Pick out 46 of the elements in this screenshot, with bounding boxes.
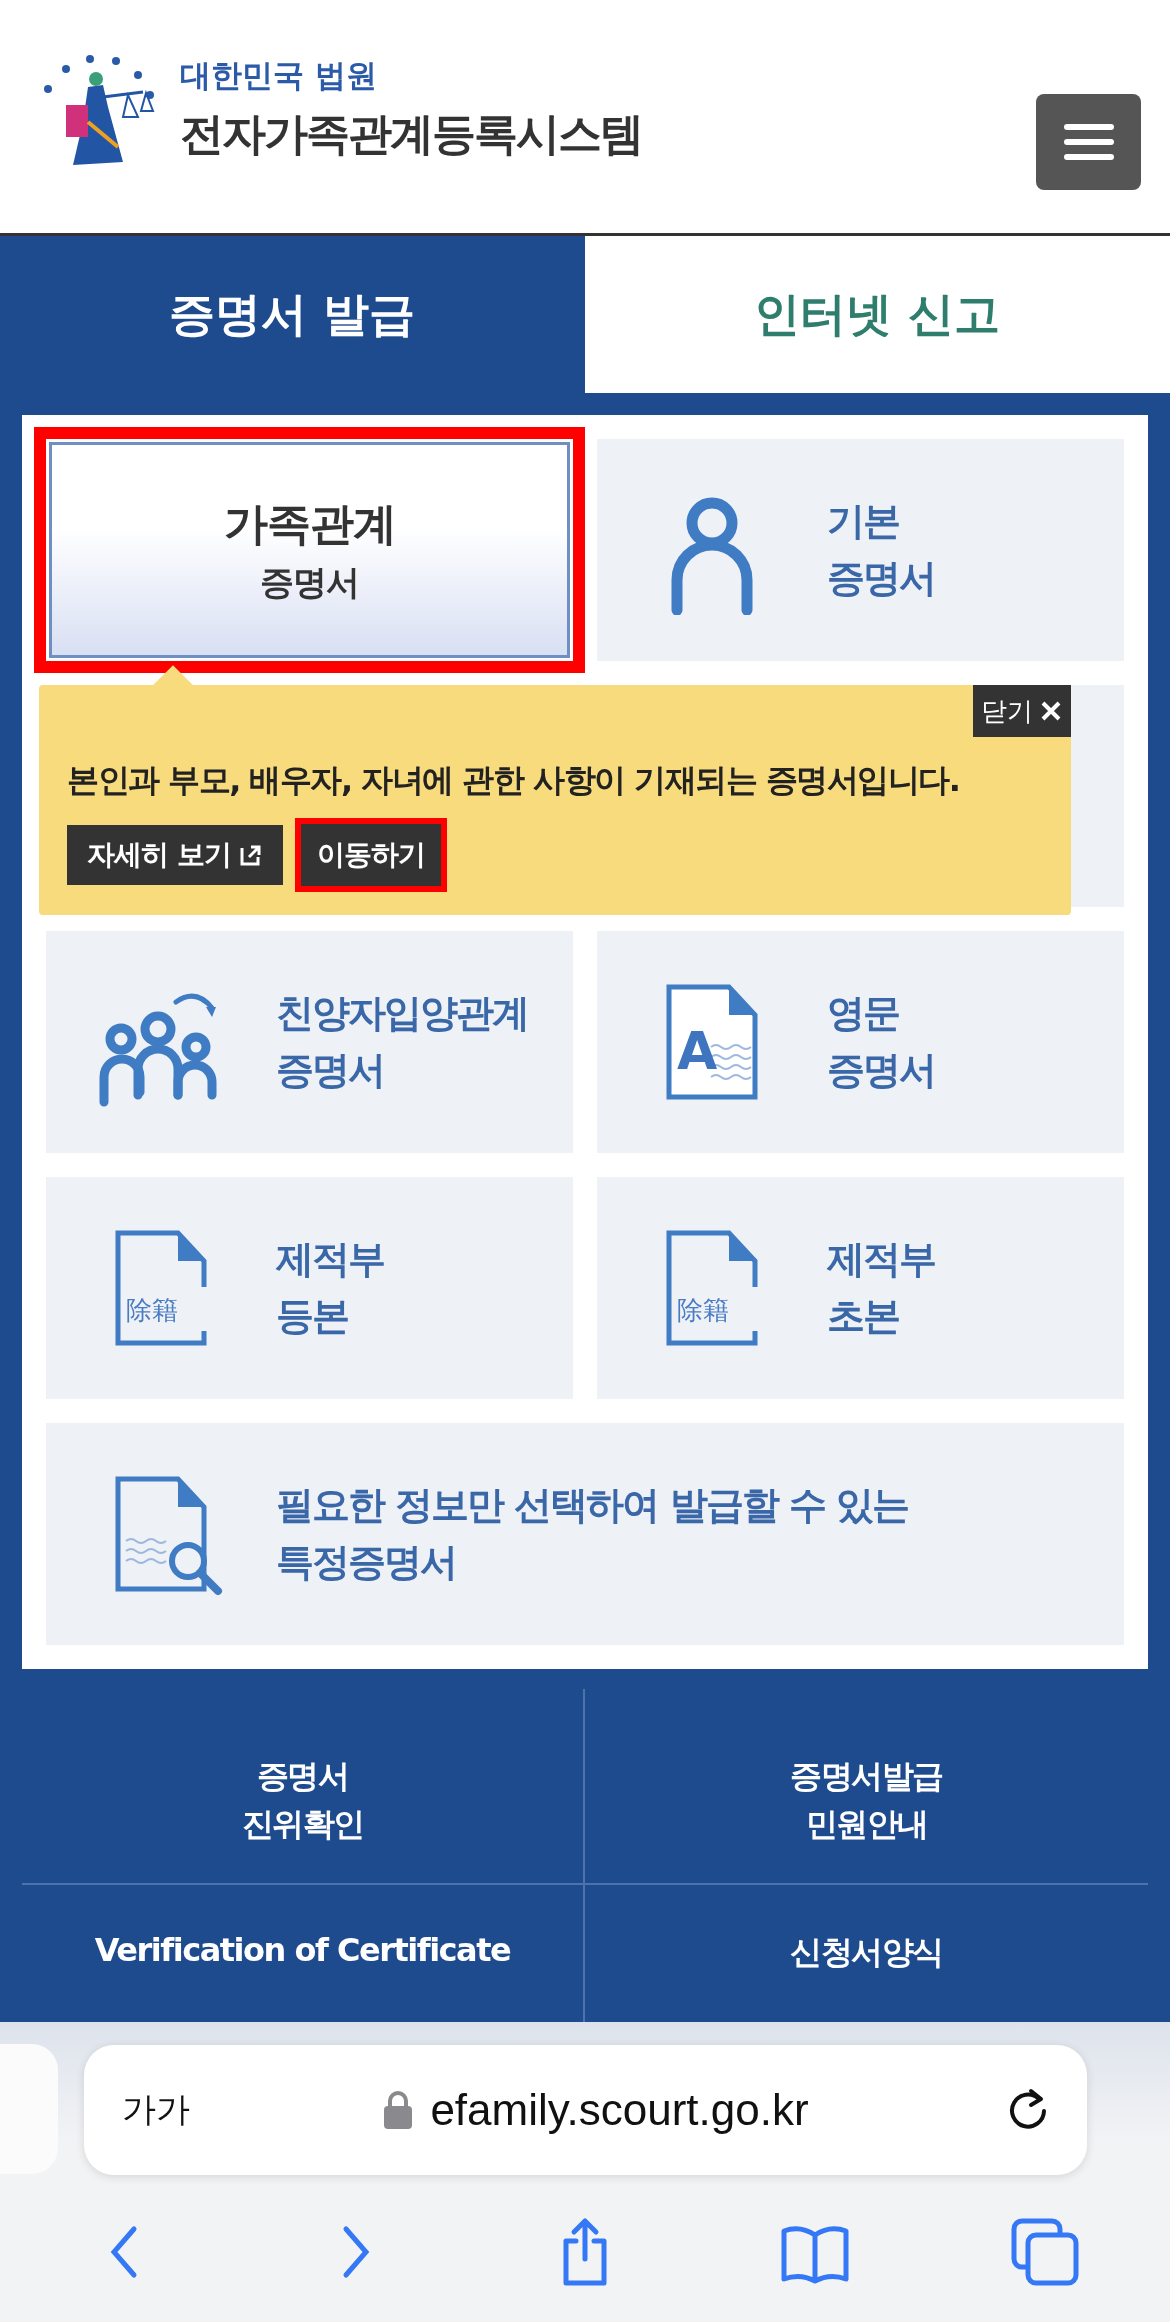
logo-subtitle: 대한민국 법원 [180,56,378,95]
popup-button[interactable]: 자세히 보기 [67,825,283,885]
footer-link[interactable]: 신청서양식 [790,1931,943,1975]
certificate-tile[interactable]: 除籍 제적부 등본 [46,1177,573,1399]
footer-link[interactable]: Verification of Certificate [94,1931,511,1969]
footer-link[interactable]: 증명서발급 [790,1755,943,1799]
popup-button[interactable]: 이동하기 [294,818,447,892]
certificate-tile[interactable]: A 영문 증명서 [597,931,1124,1153]
icon-label: 除籍 [126,1294,178,1327]
external-link-icon [238,843,263,867]
tile-label: 특정증명서 [276,1539,457,1586]
lock-icon [384,2091,413,2129]
text-size-button[interactable]: 가가 [122,2087,190,2133]
description-text: 본인과 부모, 배우자, 자녀에 관한 사항이 기재되는 증명서입니다. [67,760,961,801]
close-icon [1039,699,1063,723]
tile-label: 증명서 [827,555,935,602]
certificate-tile[interactable]: 除籍 제적부 초본 [597,1177,1124,1399]
menu-button[interactable] [1036,93,1141,190]
certificate-tile[interactable]: 필요한 정보만 선택하여 발급할 수 있는 특정증명서 [46,1423,1124,1645]
tile-label: 필요한 정보만 선택하여 발급할 수 있는 [276,1482,909,1529]
footer-link[interactable]: 증명서 [256,1755,349,1799]
tile-label: 초본 [827,1293,900,1340]
tile-label: 등본 [276,1293,349,1340]
footer-link[interactable]: 진위확인 [241,1803,364,1847]
logo-title: 전자가족관계등록시스템 [180,107,642,161]
close-button[interactable]: 닫기 [973,685,1071,737]
tile-label: 영문 [827,990,900,1037]
tile-label: 기본 [827,498,900,545]
certificate-tile[interactable]: 기본 증명서 [597,439,1124,661]
tile-label: 가족관계 [223,496,396,551]
tile-label: 제적부 [827,1236,935,1283]
tile-label: 증명서 [276,1047,385,1094]
certificate-tile[interactable]: 친양자입양관계 증명서 [46,931,573,1153]
footer-link[interactable]: 민원안내 [805,1803,928,1847]
icon-label: 除籍 [677,1294,729,1327]
tile-label: 증명서 [259,560,360,604]
address-bar[interactable]: 가가 efamily.scourt.go.kr [84,2045,1087,2175]
tabs-icon[interactable] [1010,2217,1080,2287]
icon-label: A [677,1021,718,1081]
tile-label: 증명서 [827,1047,935,1094]
tile-label: 제적부 [276,1236,384,1283]
tile-label: 친양자입양관계 [276,990,528,1037]
url-text: efamily.scourt.go.kr [430,2085,809,2135]
menu-icon [1063,121,1114,162]
certificate-tile[interactable]: 가족관계 증명서 [34,427,585,673]
tab[interactable]: 인터넷 신고 [585,236,1170,393]
